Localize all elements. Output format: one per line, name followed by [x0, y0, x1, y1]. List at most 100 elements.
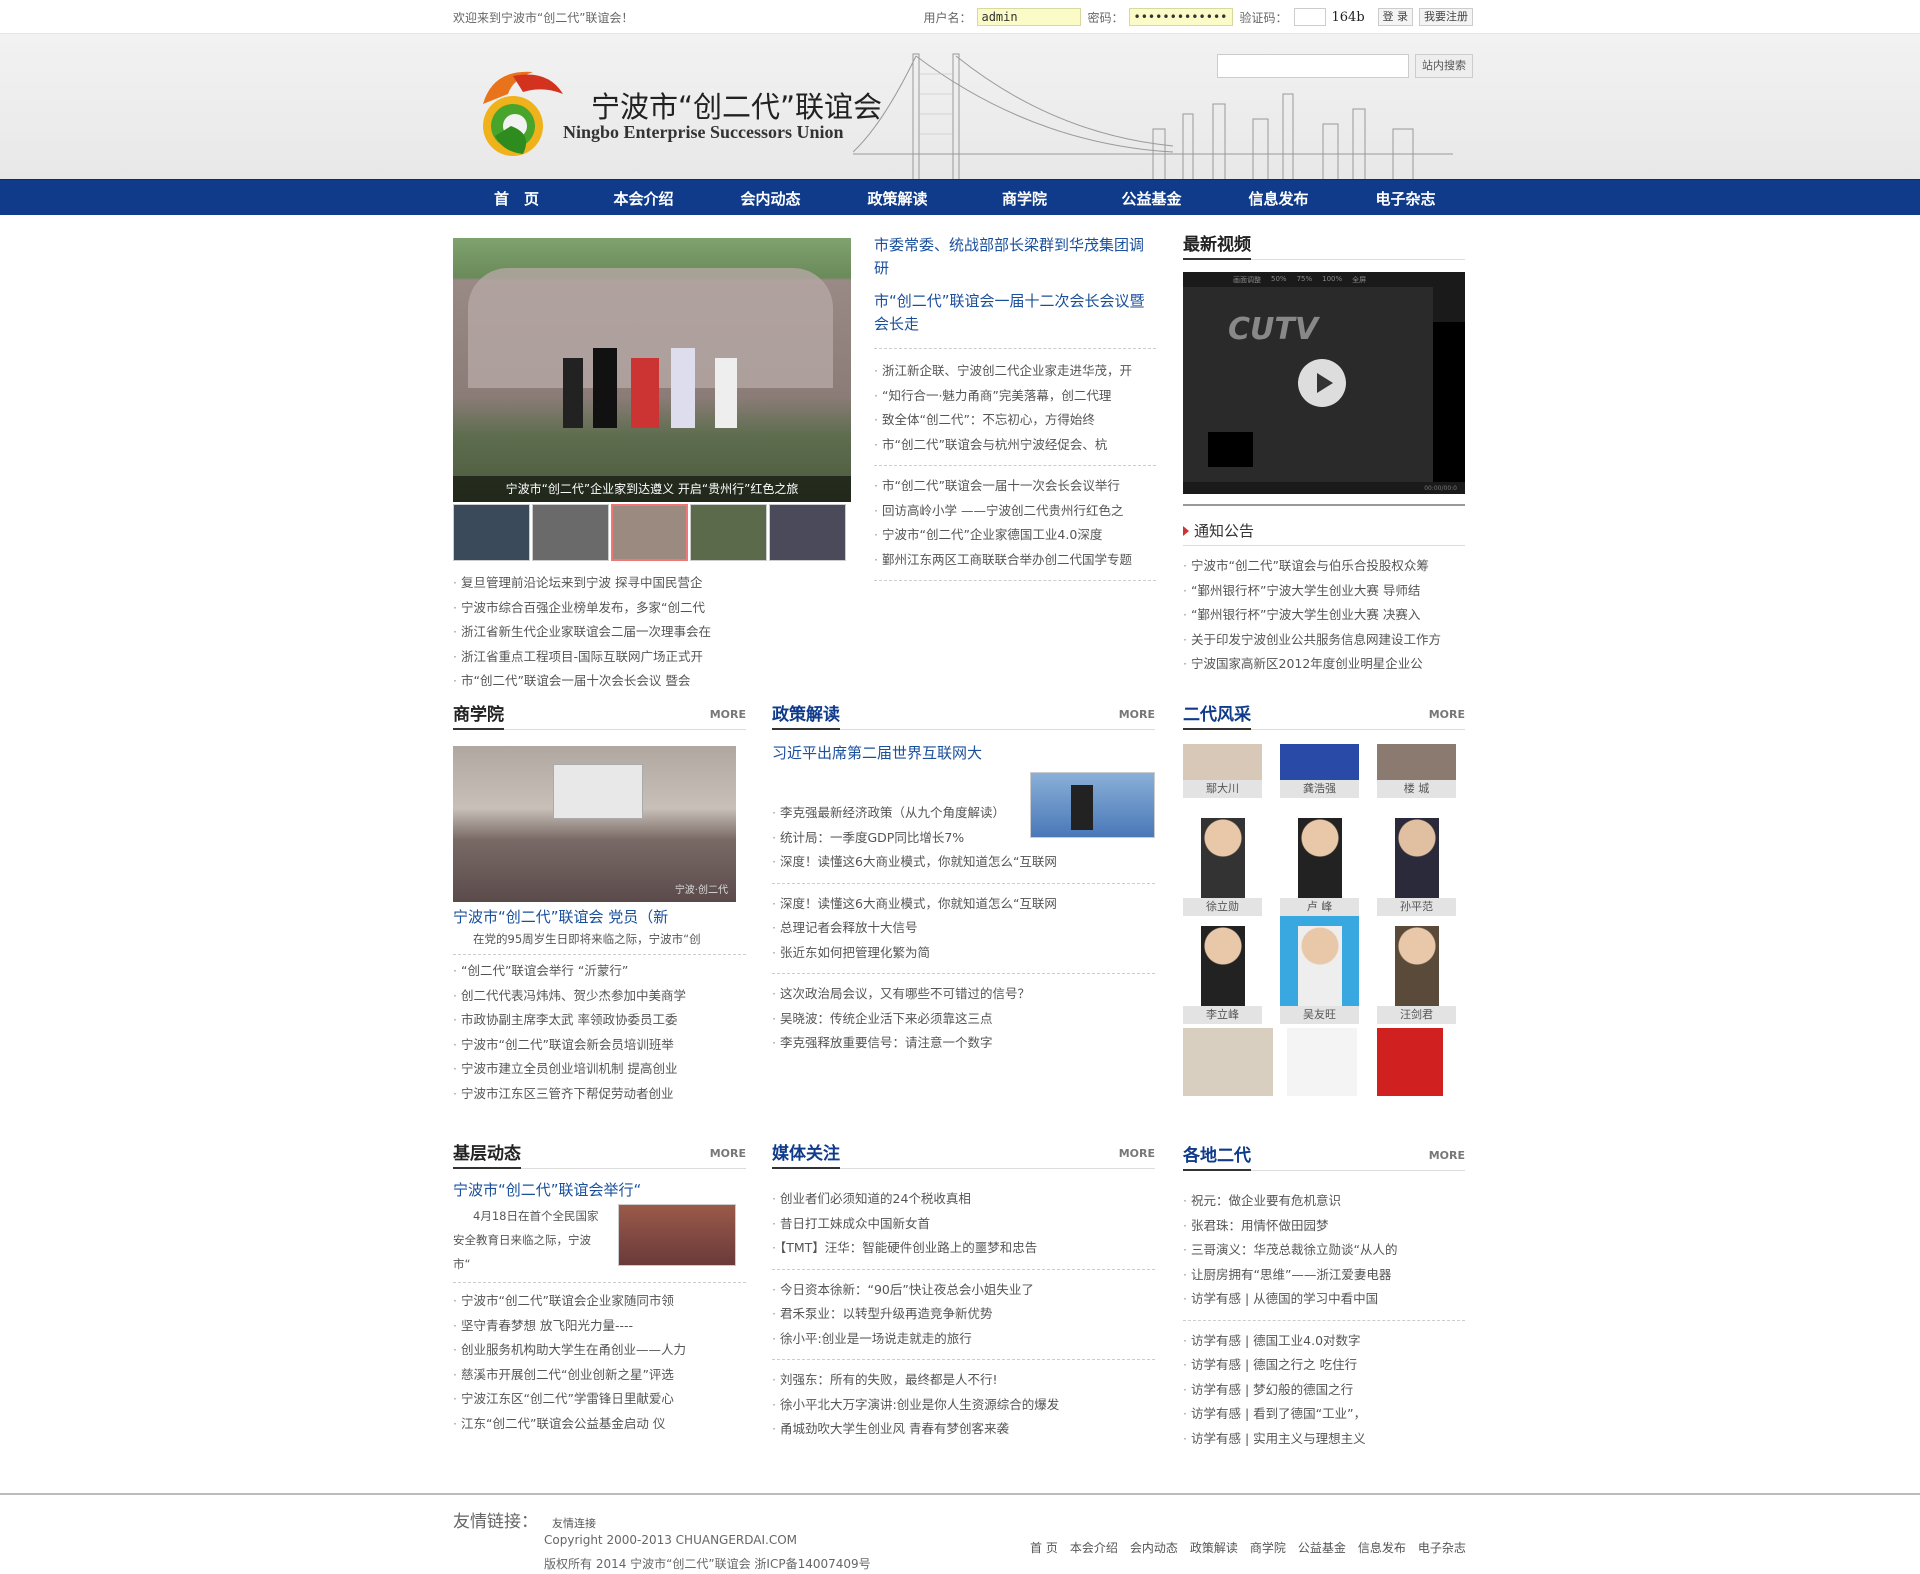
list-item[interactable]: 访学有感 | 德国之行之 吃住行 — [1183, 1353, 1465, 1378]
footer-nav-item[interactable]: 电子杂志 — [1418, 1539, 1466, 1556]
person-card[interactable]: 龚浩强 — [1280, 744, 1359, 798]
thumbnail[interactable] — [453, 504, 530, 561]
list-item[interactable]: 让厨房拥有“思维”——浙江爱妻电器 — [1183, 1263, 1465, 1288]
person-card[interactable]: 汪剑君 — [1377, 916, 1456, 1024]
list-item[interactable]: 市“创二代”联谊会与杭州宁波经促会、杭 — [874, 433, 1156, 458]
person-card[interactable]: 吴友旺 — [1280, 916, 1359, 1024]
video-control[interactable]: 50% — [1271, 275, 1287, 285]
list-item[interactable]: 鄞州江东两区工商联联合举办创二代国学专题 — [874, 548, 1156, 573]
more-link[interactable]: MORE — [1119, 1147, 1155, 1160]
video-control[interactable]: 100% — [1322, 275, 1342, 285]
list-item[interactable]: “鄞州银行杯”宁波大学生创业大赛 导师结 — [1183, 579, 1465, 604]
friend-link[interactable]: 友情连接 — [552, 1515, 596, 1531]
school-headline[interactable]: 宁波市“创二代”联谊会 党员（新 — [453, 906, 746, 928]
list-item[interactable]: 今日资本徐新：“90后”快让夜总会小姐失业了 — [772, 1278, 1155, 1303]
list-item[interactable]: 三哥演义：华茂总裁徐立勋谈“从人的 — [1183, 1238, 1465, 1263]
person-card[interactable]: 楼 城 — [1377, 744, 1456, 798]
list-item[interactable]: 市“创二代”联谊会一届十一次会长会议举行 — [874, 474, 1156, 499]
nav-home[interactable]: 首 页 — [453, 188, 580, 209]
list-item[interactable]: 创二代代表冯炜炜、贺少杰参加中美商学 — [453, 984, 746, 1009]
list-item[interactable]: 市“创二代”联谊会一届十次会长会议 暨会 — [453, 669, 851, 694]
footer-nav-item[interactable]: 商学院 — [1250, 1539, 1286, 1556]
list-item[interactable]: 深度！读懂这6大商业模式，你就知道怎么“互联网 — [772, 892, 1155, 917]
policy-headline[interactable]: 习近平出席第二届世界互联网大 — [772, 742, 1155, 763]
list-item[interactable]: 复旦管理前沿论坛来到宁波 探寻中国民营企 — [453, 571, 851, 596]
username-input[interactable] — [977, 8, 1082, 26]
list-item[interactable]: 浙江新企联、宁波创二代企业家走进华茂，开 — [874, 359, 1156, 384]
login-button[interactable]: 登 录 — [1377, 8, 1413, 26]
more-link[interactable]: MORE — [710, 1147, 746, 1160]
more-link[interactable]: MORE — [1429, 1149, 1465, 1162]
more-link[interactable]: MORE — [1119, 708, 1155, 721]
list-item[interactable]: 张君珠：用情怀做田园梦 — [1183, 1214, 1465, 1239]
list-item[interactable]: 访学有感 | 实用主义与理想主义 — [1183, 1427, 1465, 1452]
list-item[interactable]: 创业服务机构助大学生在甬创业——人力 — [453, 1338, 746, 1363]
list-item[interactable]: 浙江省重点工程项目-国际互联网广场正式开 — [453, 645, 851, 670]
list-item[interactable]: 致全体“创二代”：不忘初心，方得始终 — [874, 408, 1156, 433]
password-input[interactable] — [1129, 8, 1234, 26]
video-control[interactable]: 75% — [1297, 275, 1313, 285]
register-button[interactable]: 我要注册 — [1419, 8, 1473, 26]
thumbnail[interactable] — [690, 504, 767, 561]
headline-link[interactable]: 市“创二代”联谊会一届十二次会长会议暨会长走 — [874, 290, 1156, 336]
list-item[interactable]: “鄞州银行杯”宁波大学生创业大赛 决赛入 — [1183, 603, 1465, 628]
search-input[interactable] — [1217, 54, 1409, 78]
list-item[interactable]: 吴晓波：传统企业活下来必须靠这三点 — [772, 1007, 1155, 1032]
thumbnail[interactable] — [532, 504, 609, 561]
list-item[interactable]: 刘强东：所有的失败，最终都是人不行! — [772, 1368, 1155, 1393]
list-item[interactable]: 徐小平北大万字演讲:创业是你人生资源综合的爆发 — [772, 1393, 1155, 1418]
person-photo[interactable] — [1287, 1028, 1357, 1096]
person-card[interactable]: 孙平范 — [1377, 808, 1456, 916]
focus-photo[interactable]: 宁波市“创二代”企业家到达遵义 开启“贵州行”红色之旅 — [453, 238, 851, 502]
list-item[interactable]: 昔日打工妹成众中国新女首 — [772, 1212, 1155, 1237]
list-item[interactable]: 慈溪市开展创二代“创业创新之星”评选 — [453, 1363, 746, 1388]
list-item[interactable]: 甬城劲吹大学生创业风 青春有梦创客来袭 — [772, 1417, 1155, 1442]
list-item[interactable]: “知行合一·魅力甬商”完美落幕，创二代理 — [874, 384, 1156, 409]
person-card[interactable]: 卢 峰 — [1280, 808, 1359, 916]
list-item[interactable]: 访学有感 | 梦幻般的德国之行 — [1183, 1378, 1465, 1403]
list-item[interactable]: 宁波市“创二代”联谊会新会员培训班举 — [453, 1033, 746, 1058]
list-item[interactable]: 徐小平:创业是一场说走就走的旅行 — [772, 1327, 1155, 1352]
list-item[interactable]: 浙江省新生代企业家联谊会二届一次理事会在 — [453, 620, 851, 645]
nav-about[interactable]: 本会介绍 — [580, 188, 707, 209]
policy-photo[interactable] — [1030, 772, 1155, 838]
captcha-image[interactable]: 164b — [1332, 10, 1372, 25]
nav-school[interactable]: 商学院 — [961, 188, 1088, 209]
list-item[interactable]: 张近东如何把管理化繁为简 — [772, 941, 1155, 966]
person-photo[interactable] — [1377, 1028, 1443, 1096]
grass-headline[interactable]: 宁波市“创二代”联谊会举行“ — [453, 1179, 746, 1200]
list-item[interactable]: 回访高岭小学 ——宁波创二代贵州行红色之 — [874, 499, 1156, 524]
list-item[interactable]: 祝元：做企业要有危机意识 — [1183, 1189, 1465, 1214]
footer-nav-item[interactable]: 公益基金 — [1298, 1539, 1346, 1556]
list-item[interactable]: 宁波国家高新区2012年度创业明星企业公 — [1183, 652, 1465, 677]
list-item[interactable]: 宁波市江东区三管齐下帮促劳动者创业 — [453, 1082, 746, 1107]
footer-nav-item[interactable]: 信息发布 — [1358, 1539, 1406, 1556]
play-icon[interactable] — [1298, 359, 1346, 407]
captcha-input[interactable] — [1293, 8, 1326, 26]
list-item[interactable]: 访学有感 | 从德国的学习中看中国 — [1183, 1287, 1465, 1312]
list-item[interactable]: 宁波市“创二代”联谊会企业家随同市领 — [453, 1289, 746, 1314]
list-item[interactable]: 访学有感 | 德国工业4.0对数字 — [1183, 1329, 1465, 1354]
nav-magazine[interactable]: 电子杂志 — [1342, 188, 1469, 209]
list-item[interactable]: 【TMT】汪华：智能硬件创业路上的噩梦和忠告 — [772, 1236, 1155, 1261]
thumbnail[interactable] — [769, 504, 846, 561]
headline-link[interactable]: 市委常委、统战部部长梁群到华茂集团调研 — [874, 234, 1156, 280]
list-item[interactable]: “创二代”联谊会举行 “沂蒙行” — [453, 959, 746, 984]
list-item[interactable]: 宁波市“创二代”联谊会与伯乐合投股权众筹 — [1183, 554, 1465, 579]
nav-fund[interactable]: 公益基金 — [1088, 188, 1215, 209]
footer-nav-item[interactable]: 首 页 — [1030, 1539, 1058, 1556]
list-item[interactable]: 宁波江东区“创二代”学雷锋日里献爱心 — [453, 1387, 746, 1412]
nav-info[interactable]: 信息发布 — [1215, 188, 1342, 209]
list-item[interactable]: 关于印发宁波创业公共服务信息网建设工作方 — [1183, 628, 1465, 653]
list-item[interactable]: 宁波市综合百强企业榜单发布，多家“创二代 — [453, 596, 851, 621]
list-item[interactable]: 访学有感 | 看到了德国“工业”， — [1183, 1402, 1465, 1427]
list-item[interactable]: 创业者们必须知道的24个税收真相 — [772, 1187, 1155, 1212]
person-card[interactable]: 徐立勋 — [1183, 808, 1262, 916]
nav-policy[interactable]: 政策解读 — [834, 188, 961, 209]
list-item[interactable]: 宁波市建立全员创业培训机制 提高创业 — [453, 1057, 746, 1082]
list-item[interactable]: 君禾泵业：以转型升级再造竞争新优势 — [772, 1302, 1155, 1327]
school-photo[interactable]: 宁波·创二代 — [453, 746, 736, 902]
list-item[interactable]: 市政协副主席李太武 率领政协委员工委 — [453, 1008, 746, 1033]
list-item[interactable]: 坚守青春梦想 放飞阳光力量---- — [453, 1314, 746, 1339]
list-item[interactable]: 李克强释放重要信号：请注意一个数字 — [772, 1031, 1155, 1056]
